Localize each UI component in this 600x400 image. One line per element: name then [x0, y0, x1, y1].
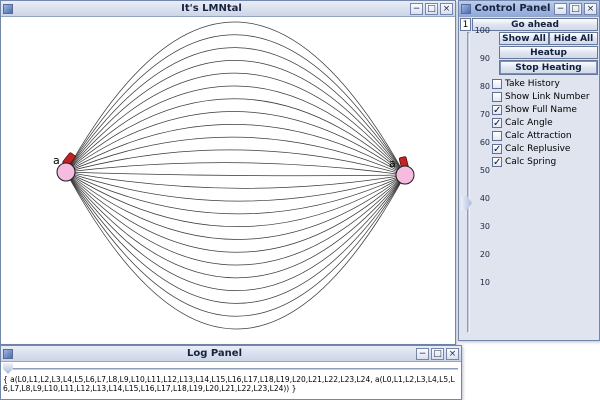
close-button[interactable]: × — [440, 3, 453, 15]
checkbox-box[interactable] — [492, 131, 502, 141]
control-panel-content: Go ahead Show All Hide All Heatup Stop H… — [459, 17, 599, 340]
show-all-button[interactable]: Show All — [499, 32, 549, 45]
maximize-button[interactable]: □ — [569, 3, 582, 15]
atom-label: a — [389, 157, 396, 170]
app-icon — [3, 349, 13, 359]
slider-scale: 100 90 80 70 60 50 40 30 20 10 — [459, 17, 490, 340]
link-curve — [66, 172, 405, 265]
checkbox-label: Calc Spring — [505, 157, 556, 167]
app-icon — [461, 4, 471, 14]
link-curve — [66, 172, 405, 252]
checkbox-box[interactable] — [492, 79, 502, 89]
main-window: It's LMNtal − □ × a a — [0, 0, 456, 345]
minimize-button[interactable]: − — [416, 348, 429, 360]
checkbox-box[interactable]: ✓ — [492, 105, 502, 115]
link-curve — [66, 172, 405, 303]
minimize-button[interactable]: − — [410, 3, 423, 15]
link-curve — [66, 172, 405, 214]
slider-tick-label: 50 — [459, 166, 490, 175]
temperature-slider[interactable]: 100 90 80 70 60 50 40 30 20 10 — [459, 17, 492, 340]
link-curve — [66, 172, 405, 329]
slider-tick-label: 20 — [459, 250, 490, 259]
graph-svg: a a — [1, 17, 455, 344]
checkbox-calc-attraction[interactable]: Calc Attraction — [492, 129, 598, 142]
control-panel-title: Control Panel — [473, 2, 552, 16]
slider-tick-label: 40 — [459, 194, 490, 203]
link-curve — [66, 172, 405, 278]
close-button[interactable]: × — [446, 348, 459, 360]
log-slider-track[interactable] — [4, 368, 458, 370]
atom-label: a — [53, 154, 60, 167]
checkbox-show-full-name[interactable]: ✓Show Full Name — [492, 103, 598, 116]
slider-tick-label: 30 — [459, 222, 490, 231]
log-panel-window: Log Panel − □ × { a(L0,L1,L2,L3,L4,L5,L6… — [0, 345, 462, 400]
slider-tick-label: 90 — [459, 54, 490, 63]
minimize-button[interactable]: − — [554, 3, 567, 15]
link-curves — [66, 22, 405, 329]
link-curve — [66, 172, 405, 188]
graph-canvas[interactable]: a a — [1, 17, 455, 344]
log-panel-titlebar[interactable]: Log Panel − □ × — [1, 346, 461, 362]
slider-tick-label: 10 — [459, 278, 490, 287]
heatup-button[interactable]: Heatup — [499, 46, 598, 59]
link-curve — [66, 86, 405, 175]
hide-all-button[interactable]: Hide All — [549, 32, 598, 45]
link-curve — [66, 172, 405, 291]
link-curve — [66, 60, 405, 175]
slider-tick-label: 60 — [459, 138, 490, 147]
log-text[interactable]: { a(L0,L1,L2,L3,L4,L5,L6,L7,L8,L9,L10,L1… — [3, 375, 459, 398]
maximize-button[interactable]: □ — [425, 3, 438, 15]
slider-tick-label: 80 — [459, 82, 490, 91]
checkbox-label: Calc Angle — [505, 118, 553, 128]
checkbox-label: Show Full Name — [505, 105, 577, 115]
stop-heating-button[interactable]: Stop Heating — [499, 60, 598, 75]
desktop: { "glyphs": { "minimize": "−", "maximize… — [0, 0, 600, 400]
checkbox-show-link-number[interactable]: Show Link Number — [492, 90, 598, 103]
atom-body[interactable] — [396, 166, 414, 184]
checkbox-take-history[interactable]: Take History — [492, 77, 598, 90]
main-window-title: It's LMNtal — [15, 2, 408, 16]
atom-left[interactable]: a — [53, 152, 76, 181]
slider-tick-label: 70 — [459, 110, 490, 119]
control-panel-window: Control Panel − □ × Go ahead Show All Hi… — [458, 0, 600, 341]
link-curve — [66, 172, 405, 201]
log-panel-content: { a(L0,L1,L2,L3,L4,L5,L6,L7,L8,L9,L10,L1… — [1, 362, 461, 399]
link-curve — [66, 172, 405, 316]
checkbox-box[interactable] — [492, 92, 502, 102]
slider-tick-label: 100 — [459, 26, 490, 35]
checkbox-label: Take History — [505, 79, 560, 89]
maximize-button[interactable]: □ — [431, 348, 444, 360]
log-slider-thumb[interactable] — [3, 363, 13, 374]
checkbox-box[interactable]: ✓ — [492, 144, 502, 154]
checkbox-calc-spring[interactable]: ✓Calc Spring — [492, 155, 598, 168]
close-button[interactable]: × — [584, 3, 597, 15]
control-panel-titlebar[interactable]: Control Panel − □ × — [459, 1, 599, 17]
checkbox-calc-angle[interactable]: ✓Calc Angle — [492, 116, 598, 129]
main-window-titlebar[interactable]: It's LMNtal − □ × — [1, 1, 455, 17]
log-panel-title: Log Panel — [15, 347, 414, 361]
checkbox-label: Calc Attraction — [505, 131, 572, 141]
checkbox-box[interactable]: ✓ — [492, 118, 502, 128]
checkbox-list: Take HistoryShow Link Number✓Show Full N… — [492, 77, 598, 168]
app-icon — [3, 4, 13, 14]
checkbox-calc-replusive[interactable]: ✓Calc Replusive — [492, 142, 598, 155]
checkbox-label: Calc Replusive — [505, 144, 570, 154]
checkbox-box[interactable]: ✓ — [492, 157, 502, 167]
link-curve — [66, 172, 405, 176]
checkbox-label: Show Link Number — [505, 92, 590, 102]
